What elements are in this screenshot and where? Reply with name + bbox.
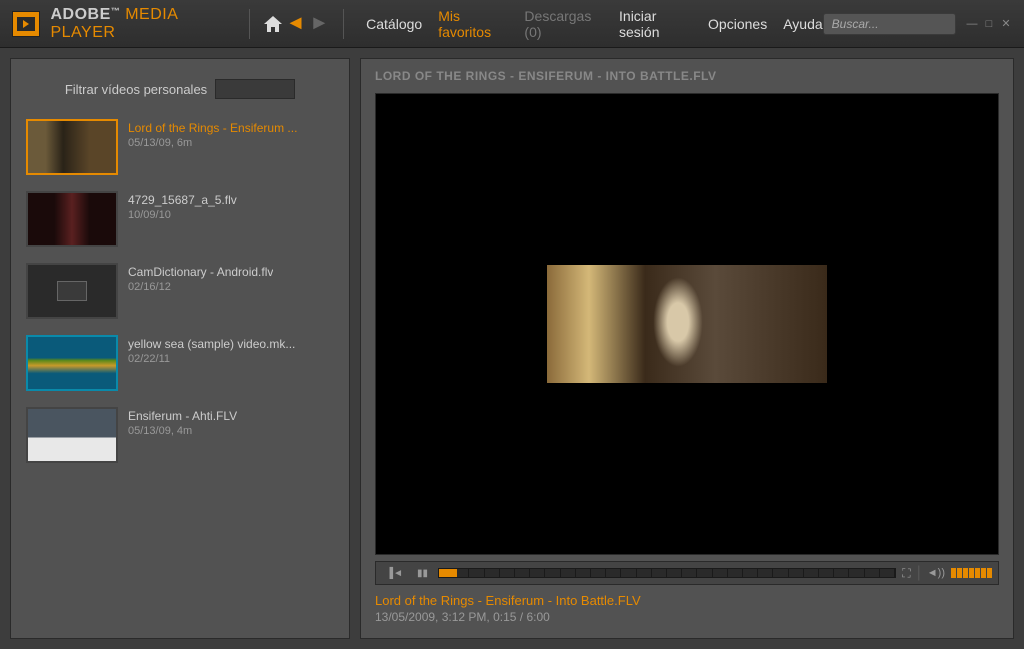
video-date: 05/13/09, 4m xyxy=(128,425,237,437)
video-date: 02/16/12 xyxy=(128,281,273,293)
progress-fill xyxy=(439,569,457,577)
player-controls: ▐◄ ▮▮ ⛶ | ◄)) xyxy=(375,561,999,585)
filter-row: Filtrar vídeos personales xyxy=(11,69,349,119)
forward-icon: ► xyxy=(309,12,329,35)
video-list: Lord of the Rings - Ensiferum ... 05/13/… xyxy=(11,119,349,628)
list-item[interactable]: Ensiferum - Ahti.FLV 05/13/09, 4m xyxy=(26,407,334,463)
video-thumbnail[interactable] xyxy=(26,191,118,247)
video-thumbnail[interactable] xyxy=(26,407,118,463)
video-title: 4729_15687_a_5.flv xyxy=(128,193,237,207)
video-frame xyxy=(547,265,827,383)
list-item[interactable]: 4729_15687_a_5.flv 10/09/10 xyxy=(26,191,334,247)
nav-downloads[interactable]: Descargas (0) xyxy=(524,8,603,40)
list-item[interactable]: yellow sea (sample) video.mk... 02/22/11 xyxy=(26,335,334,391)
main-area: Filtrar vídeos personales Lord of the Ri… xyxy=(0,48,1024,649)
search-input[interactable]: Buscar... xyxy=(823,13,956,35)
filter-label: Filtrar vídeos personales xyxy=(65,82,207,97)
video-thumbnail[interactable] xyxy=(26,263,118,319)
video-title: Ensiferum - Ahti.FLV xyxy=(128,409,237,423)
app-logo xyxy=(12,11,40,37)
video-thumbnail[interactable] xyxy=(26,119,118,175)
video-date: 02/22/11 xyxy=(128,353,295,365)
filter-input[interactable] xyxy=(215,79,295,99)
content-panel: LORD OF THE RINGS - ENSIFERUM - INTO BAT… xyxy=(360,58,1014,639)
video-date: 10/09/10 xyxy=(128,209,237,221)
now-playing: Lord of the Rings - Ensiferum - Into Bat… xyxy=(361,585,1013,638)
maximize-icon[interactable]: □ xyxy=(983,18,995,30)
video-title: CamDictionary - Android.flv xyxy=(128,265,273,279)
sidebar: Filtrar vídeos personales Lord of the Ri… xyxy=(10,58,350,639)
minimize-icon[interactable]: — xyxy=(966,18,978,30)
pause-icon[interactable]: ▮▮ xyxy=(413,566,432,581)
nav-links: Catálogo Mis favoritos Descargas (0) Ini… xyxy=(366,8,823,40)
close-icon[interactable]: ✕ xyxy=(1000,18,1012,30)
back-icon[interactable]: ◄ xyxy=(286,12,306,35)
nav-options[interactable]: Opciones xyxy=(708,16,767,32)
nav-catalog[interactable]: Catálogo xyxy=(366,16,422,32)
now-playing-title: Lord of the Rings - Ensiferum - Into Bat… xyxy=(375,593,999,608)
app-window: ADOBE™ MEDIA PLAYER ◄ ► Catálogo Mis fav… xyxy=(0,0,1024,649)
list-item[interactable]: CamDictionary - Android.flv 02/16/12 xyxy=(26,263,334,319)
content-title: LORD OF THE RINGS - ENSIFERUM - INTO BAT… xyxy=(361,59,1013,93)
nav-favorites[interactable]: Mis favoritos xyxy=(438,8,508,40)
nav-login[interactable]: Iniciar sesión xyxy=(619,8,692,40)
progress-bar[interactable] xyxy=(438,568,896,578)
volume-icon[interactable]: ◄)) xyxy=(927,567,945,579)
video-player[interactable] xyxy=(375,93,999,555)
video-thumbnail[interactable] xyxy=(26,335,118,391)
home-icon[interactable] xyxy=(262,14,284,34)
window-controls: — □ ✕ xyxy=(966,18,1012,30)
now-playing-meta: 13/05/2009, 3:12 PM, 0:15 / 6:00 xyxy=(375,610,999,624)
video-date: 05/13/09, 6m xyxy=(128,137,297,149)
video-title: yellow sea (sample) video.mk... xyxy=(128,337,295,351)
fullscreen-icon[interactable]: ⛶ xyxy=(902,566,910,581)
skip-back-icon[interactable]: ▐◄ xyxy=(382,566,407,581)
list-item[interactable]: Lord of the Rings - Ensiferum ... 05/13/… xyxy=(26,119,334,175)
topbar: ADOBE™ MEDIA PLAYER ◄ ► Catálogo Mis fav… xyxy=(0,0,1024,48)
video-title: Lord of the Rings - Ensiferum ... xyxy=(128,121,297,135)
film-icon xyxy=(57,281,87,301)
brand-label: ADOBE™ MEDIA PLAYER xyxy=(50,6,236,42)
nav-help[interactable]: Ayuda xyxy=(783,16,822,32)
volume-bars[interactable] xyxy=(951,568,992,578)
